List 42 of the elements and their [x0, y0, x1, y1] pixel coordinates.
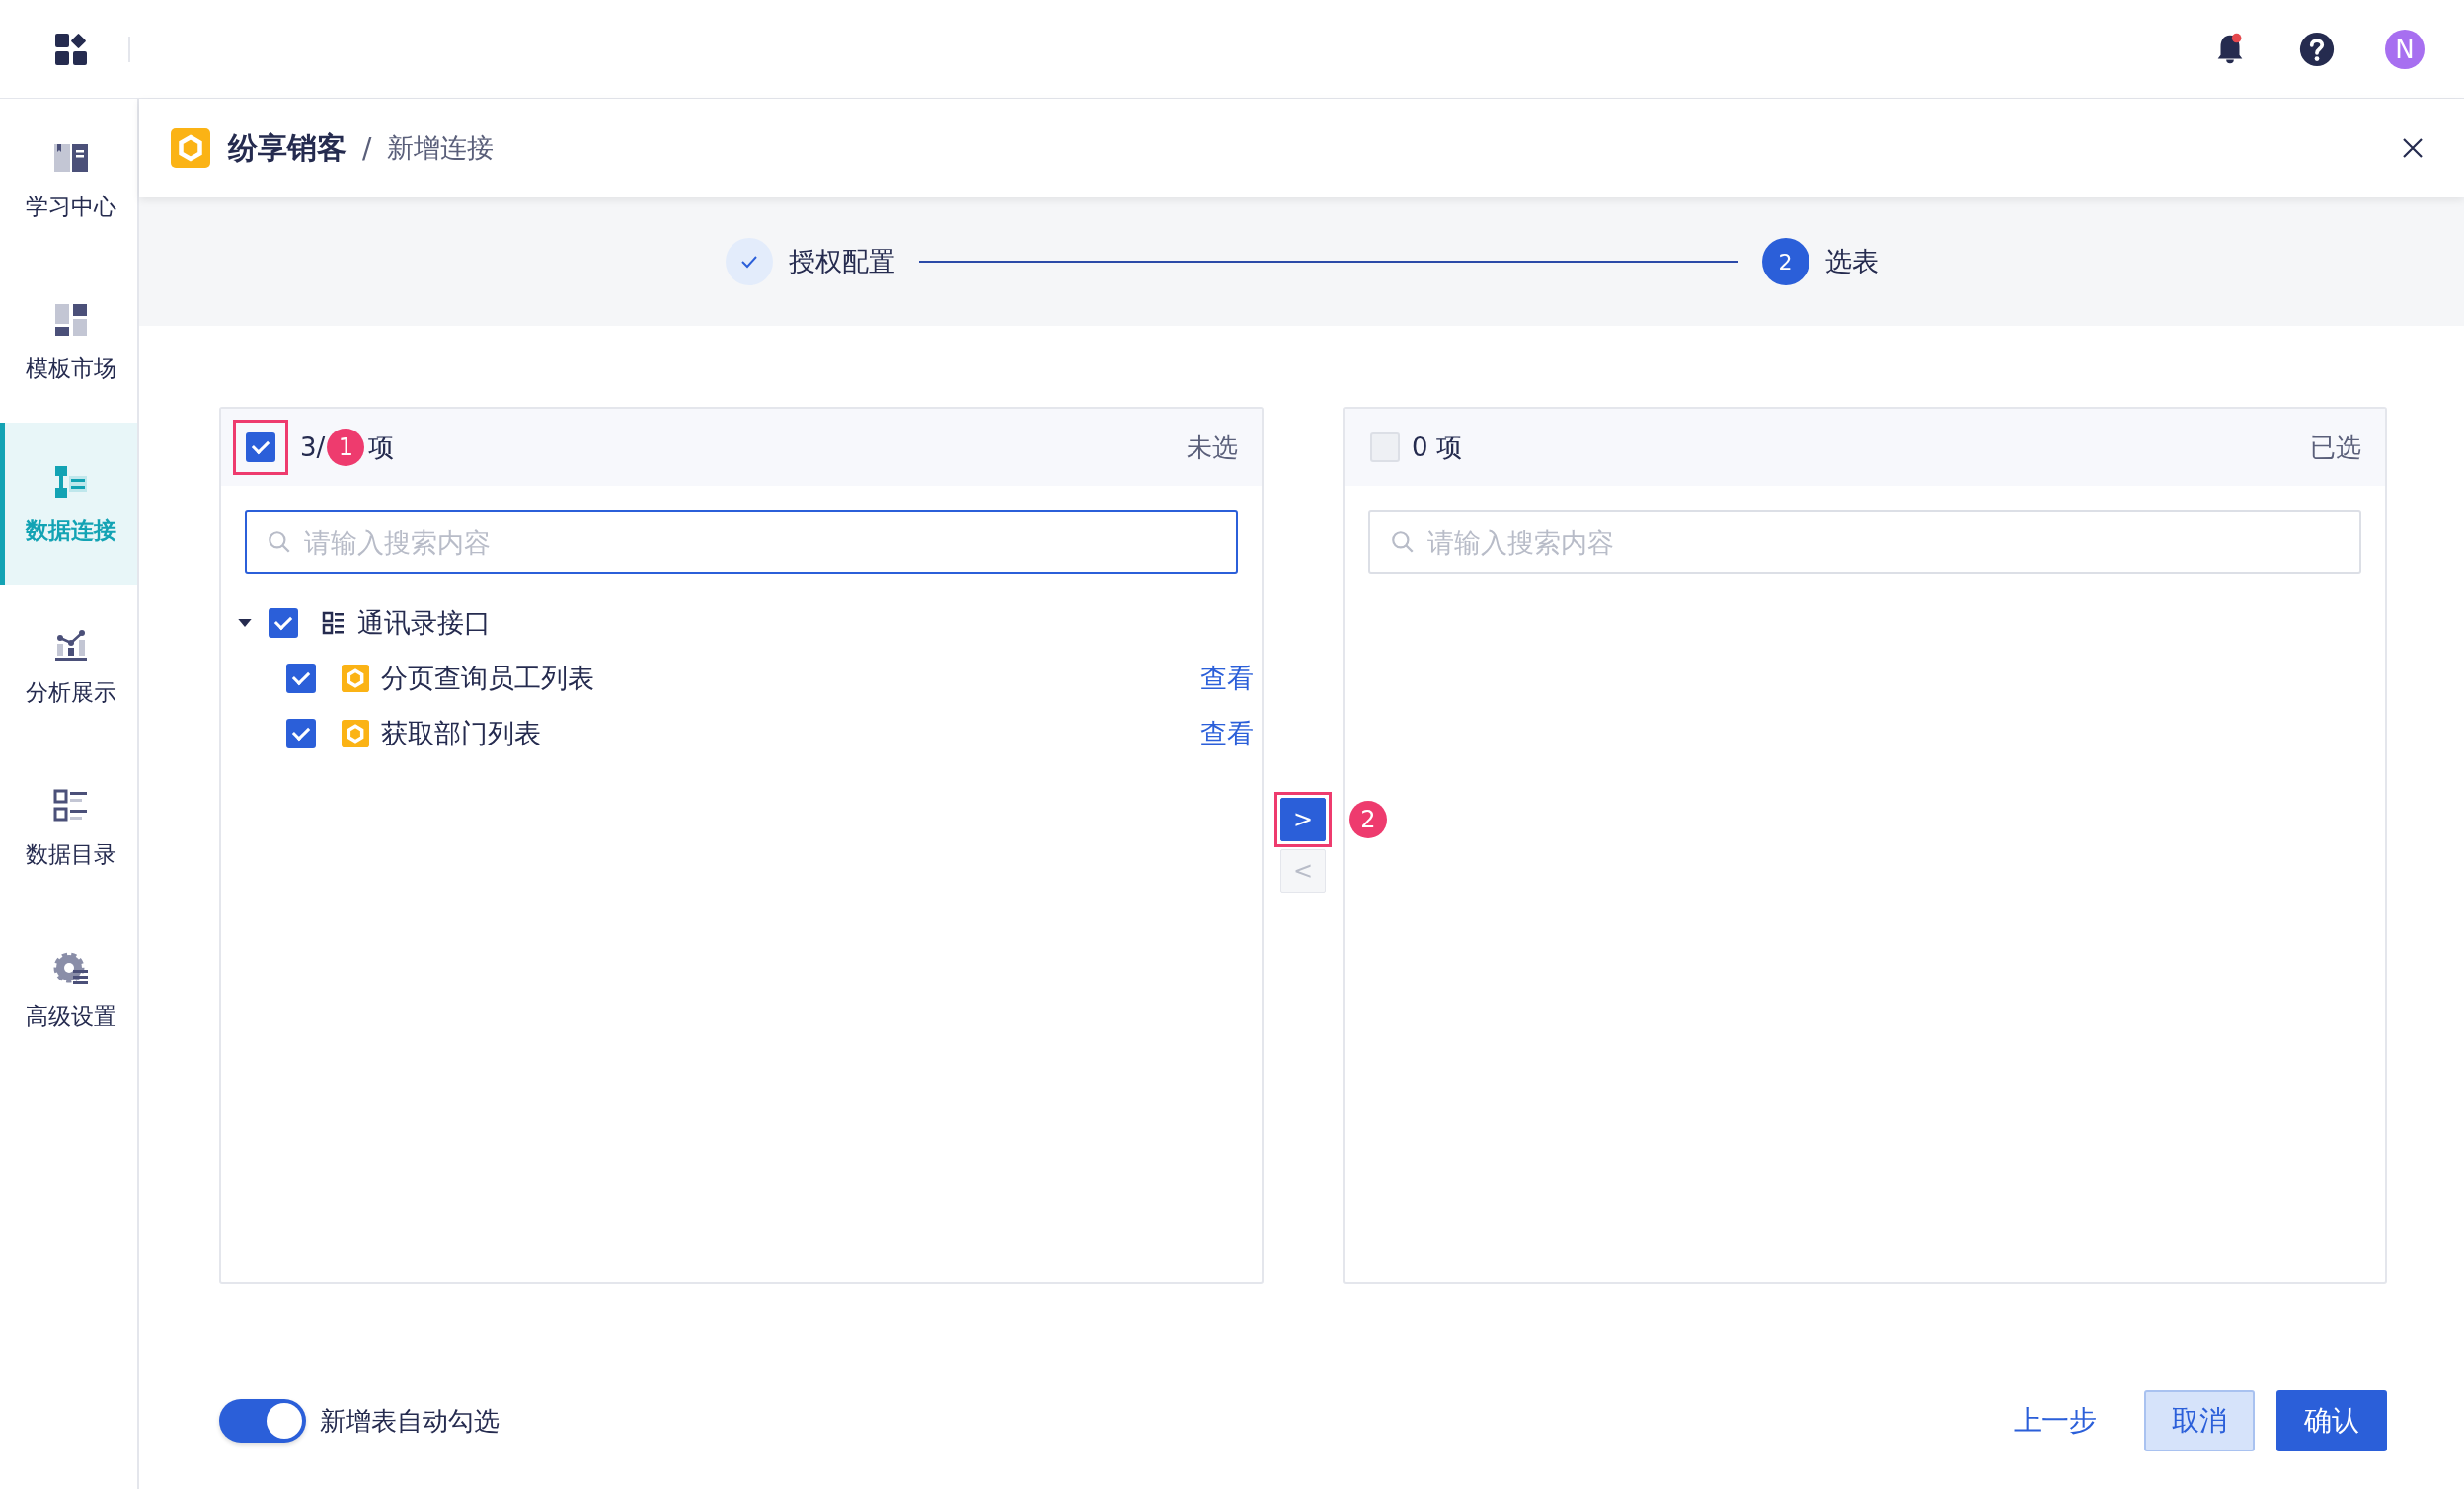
- confirm-button[interactable]: 确认: [2276, 1390, 2387, 1451]
- toggle-switch[interactable]: [219, 1399, 306, 1443]
- close-icon[interactable]: [2401, 136, 2425, 160]
- grid-list-icon: [322, 611, 346, 635]
- checkbox[interactable]: [286, 719, 316, 748]
- annotation-badge: 1: [327, 429, 365, 466]
- table-name: 获取部门列表: [381, 717, 541, 750]
- table-name: 分页查询员工列表: [381, 662, 594, 695]
- toggle-label: 新增表自动勾选: [320, 1404, 500, 1438]
- tree-node-label[interactable]: 通讯录接口: [357, 605, 491, 641]
- apps-icon[interactable]: [53, 31, 89, 67]
- cancel-button[interactable]: 取消: [2144, 1390, 2255, 1451]
- help-icon[interactable]: [2298, 30, 2336, 68]
- search-icon: [1390, 529, 1416, 555]
- panel-label: 未选: [1187, 431, 1238, 464]
- item-count-unit: 项: [368, 431, 395, 464]
- view-link[interactable]: 查看: [1200, 661, 1254, 696]
- app-logo-icon: [171, 128, 210, 168]
- sidebar-item[interactable]: 学习中心: [0, 99, 137, 261]
- step-label: 选表: [1824, 245, 1879, 278]
- item-count: 0 项: [1412, 431, 1462, 464]
- breadcrumb-separator: /: [362, 131, 372, 165]
- search-icon: [267, 529, 292, 555]
- annotation-badge: 2: [1349, 801, 1387, 838]
- step-number: 2: [1761, 238, 1810, 285]
- app-name: 纷享销客: [228, 128, 346, 167]
- select-all-checkbox[interactable]: [246, 432, 275, 462]
- transfer-button[interactable]: >: [1280, 798, 1326, 841]
- item-count: 3/: [300, 432, 326, 462]
- back-link[interactable]: 上一步: [1988, 1390, 2122, 1451]
- checkbox[interactable]: [286, 664, 316, 693]
- view-link[interactable]: 查看: [1200, 716, 1254, 751]
- sidebar-item[interactable]: 分析展示: [0, 585, 137, 746]
- dialog-title: 新增连接: [387, 131, 495, 165]
- user-avatar[interactable]: N: [2385, 29, 2425, 69]
- step-label: 授权配置: [788, 245, 895, 278]
- search-field[interactable]: 请输入搜索内容: [245, 510, 1238, 574]
- panel-label: 已选: [2310, 431, 2361, 464]
- sidebar-item[interactable]: 数据目录: [0, 746, 137, 908]
- checkbox[interactable]: [269, 608, 298, 638]
- sidebar-item[interactable]: 高级设置: [0, 908, 137, 1070]
- sidebar-item[interactable]: 模板市场: [0, 261, 137, 423]
